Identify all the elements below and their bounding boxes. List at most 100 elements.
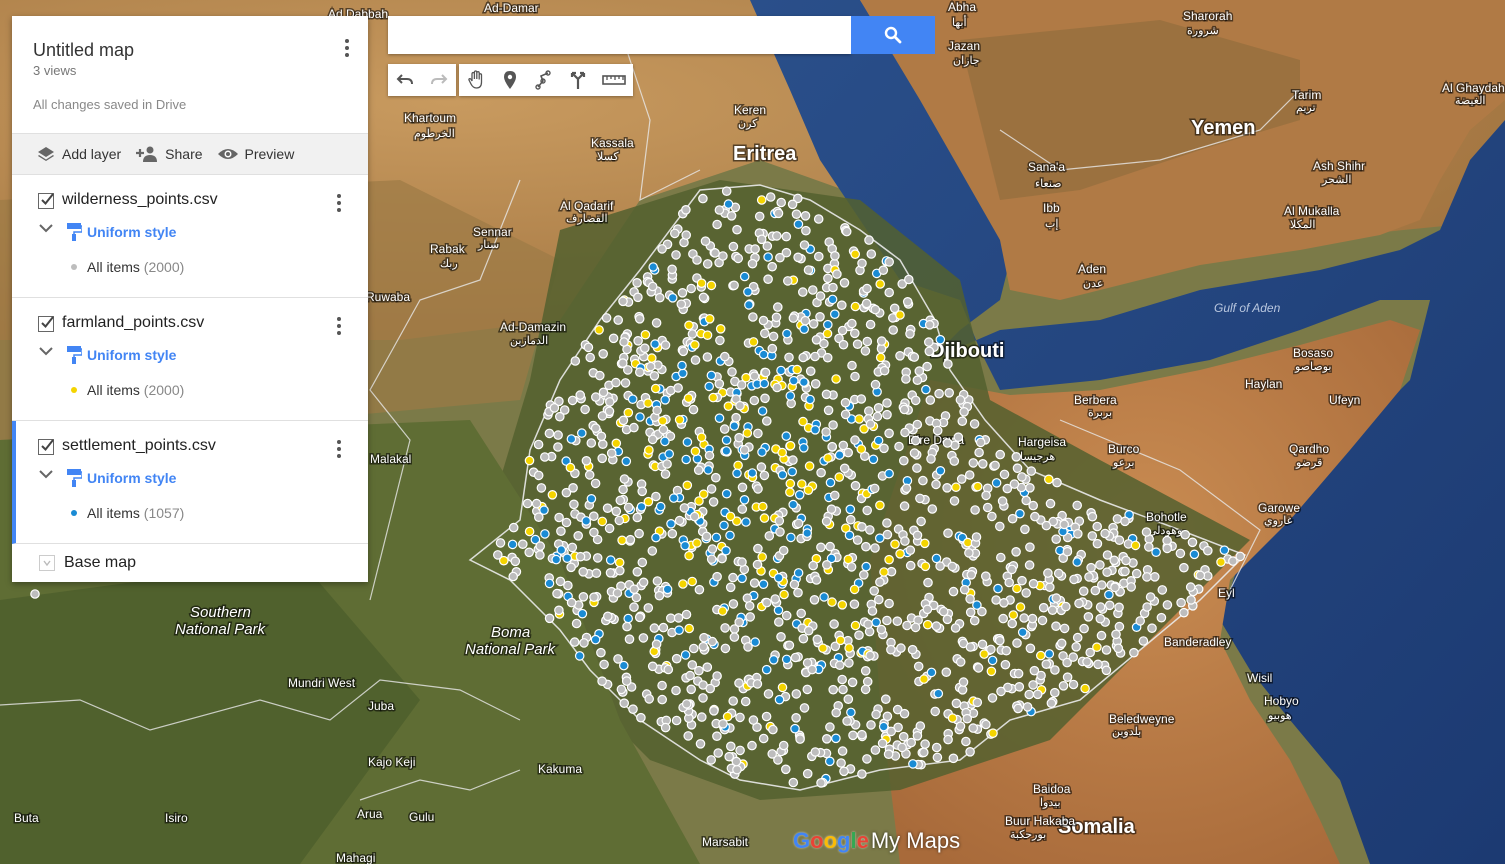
map-point-marker[interactable] (614, 565, 625, 576)
map-point-marker[interactable] (878, 265, 889, 275)
map-point-marker[interactable] (643, 496, 654, 507)
map-point-marker[interactable] (949, 496, 960, 506)
map-point-marker[interactable] (674, 625, 684, 635)
map-point-marker[interactable] (768, 654, 779, 665)
map-point-marker[interactable] (779, 589, 789, 600)
map-point-marker[interactable] (1004, 577, 1014, 588)
map-point-marker[interactable] (802, 528, 812, 538)
map-point-marker[interactable] (592, 553, 603, 563)
map-point-marker[interactable] (760, 367, 771, 378)
map-point-marker[interactable] (1097, 580, 1107, 590)
map-point-marker[interactable] (753, 428, 763, 439)
map-point-marker[interactable] (908, 759, 918, 769)
layer-visibility-checkbox[interactable] (38, 439, 54, 455)
map-point-marker[interactable] (994, 635, 1005, 646)
layer-name[interactable]: farmland_points.csv (62, 314, 204, 332)
map-point-marker[interactable] (823, 405, 834, 416)
map-point-marker[interactable] (862, 754, 872, 764)
map-point-marker[interactable] (551, 554, 561, 565)
map-point-marker[interactable] (912, 730, 923, 741)
map-point-marker[interactable] (677, 368, 688, 379)
map-point-marker[interactable] (553, 430, 563, 440)
map-point-marker[interactable] (737, 482, 748, 493)
map-point-marker[interactable] (961, 736, 971, 747)
map-point-marker[interactable] (875, 577, 885, 587)
map-point-marker[interactable] (815, 291, 826, 301)
map-point-marker[interactable] (651, 532, 661, 543)
map-point-marker[interactable] (1101, 645, 1112, 655)
map-point-marker[interactable] (719, 424, 730, 434)
map-point-marker[interactable] (882, 398, 892, 408)
map-point-marker[interactable] (788, 499, 798, 510)
map-point-marker[interactable] (728, 696, 738, 706)
style-link[interactable]: Uniform style (87, 347, 176, 363)
map-point-marker[interactable] (791, 209, 802, 219)
map-point-marker[interactable] (1121, 555, 1131, 566)
map-point-marker[interactable] (717, 606, 728, 616)
map-point-marker[interactable] (951, 698, 962, 709)
map-point-marker[interactable] (979, 649, 989, 659)
map-point-marker[interactable] (821, 733, 832, 744)
map-point-marker[interactable] (1014, 681, 1025, 692)
map-point-marker[interactable] (790, 652, 801, 663)
map-point-marker[interactable] (756, 195, 767, 205)
map-point-marker[interactable] (655, 501, 666, 512)
map-point-marker[interactable] (784, 352, 794, 363)
map-point-marker[interactable] (1001, 645, 1012, 656)
map-point-marker[interactable] (862, 283, 872, 294)
map-point-marker[interactable] (589, 527, 599, 538)
map-point-marker[interactable] (943, 734, 953, 745)
map-point-marker[interactable] (721, 435, 732, 445)
map-point-marker[interactable] (873, 435, 884, 446)
map-point-marker[interactable] (787, 466, 797, 477)
map-point-marker[interactable] (977, 458, 988, 469)
map-point-marker[interactable] (785, 440, 796, 451)
map-point-marker[interactable] (836, 300, 847, 310)
map-point-marker[interactable] (702, 352, 713, 362)
map-point-marker[interactable] (657, 694, 667, 705)
map-point-marker[interactable] (898, 731, 909, 742)
map-point-marker[interactable] (571, 618, 582, 629)
map-point-marker[interactable] (687, 329, 698, 339)
map-point-marker[interactable] (965, 607, 976, 618)
map-point-marker[interactable] (721, 488, 732, 499)
map-point-marker[interactable] (736, 380, 747, 390)
map-point-marker[interactable] (993, 583, 1003, 594)
map-point-marker[interactable] (734, 432, 744, 443)
map-point-marker[interactable] (1151, 547, 1161, 557)
map-point-marker[interactable] (781, 654, 792, 665)
map-point-marker[interactable] (969, 419, 980, 429)
map-point-marker[interactable] (709, 705, 719, 716)
map-point-marker[interactable] (781, 231, 792, 242)
map-point-marker[interactable] (747, 468, 758, 478)
map-point-marker[interactable] (860, 346, 871, 356)
map-point-marker[interactable] (884, 554, 894, 565)
map-point-marker[interactable] (743, 642, 753, 652)
map-point-marker[interactable] (1092, 538, 1103, 549)
map-point-marker[interactable] (664, 449, 674, 459)
map-point-marker[interactable] (850, 620, 861, 631)
map-point-marker[interactable] (763, 274, 773, 284)
map-point-marker[interactable] (977, 639, 988, 650)
map-point-marker[interactable] (1141, 527, 1152, 537)
map-point-marker[interactable] (706, 554, 717, 564)
map-point-marker[interactable] (1179, 562, 1189, 573)
map-point-marker[interactable] (808, 318, 819, 329)
map-point-marker[interactable] (873, 594, 884, 605)
map-point-marker[interactable] (863, 619, 873, 629)
map-point-marker[interactable] (761, 597, 772, 608)
map-point-marker[interactable] (843, 694, 854, 704)
map-point-marker[interactable] (1045, 498, 1056, 509)
map-point-marker[interactable] (982, 502, 993, 513)
map-point-marker[interactable] (536, 483, 547, 493)
map-point-marker[interactable] (1186, 595, 1196, 605)
map-point-marker[interactable] (899, 404, 910, 415)
undo-button[interactable] (388, 64, 422, 96)
map-point-marker[interactable] (895, 548, 905, 559)
map-point-marker[interactable] (1072, 632, 1083, 643)
map-point-marker[interactable] (658, 622, 669, 633)
map-point-marker[interactable] (590, 634, 601, 645)
map-point-marker[interactable] (835, 635, 846, 646)
map-point-marker[interactable] (915, 493, 925, 504)
map-point-marker[interactable] (882, 711, 893, 722)
